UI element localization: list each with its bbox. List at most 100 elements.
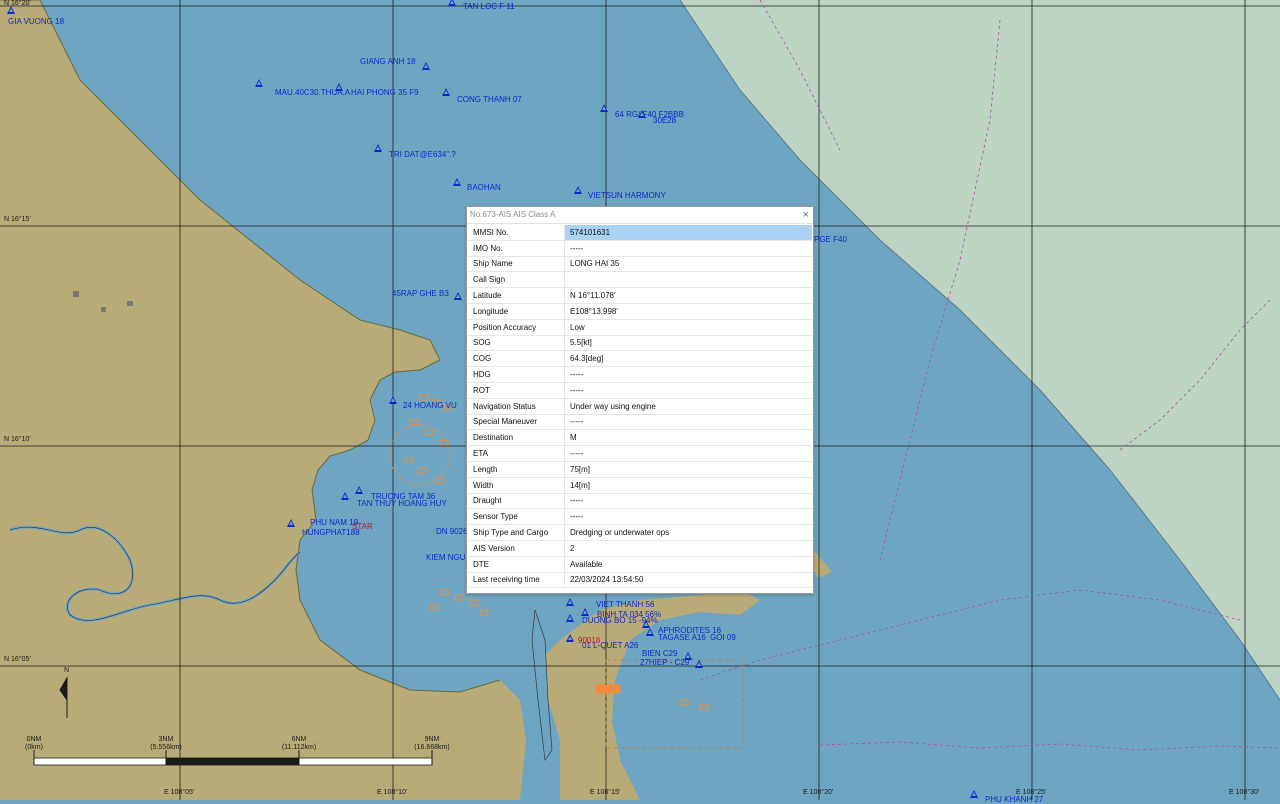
vessel-label[interactable]: HAI PHONG 35 F9 (351, 88, 419, 97)
ais-field-value[interactable]: ----- (564, 240, 812, 257)
ais-row[interactable]: Ship Name LONG HAI 35 (468, 256, 812, 273)
ais-row[interactable]: ROT ----- (468, 382, 812, 399)
ais-field-value[interactable] (564, 271, 812, 289)
ais-row[interactable]: Position Accuracy Low (468, 319, 812, 336)
ais-row[interactable]: AIS Version 2 (468, 540, 812, 557)
ais-field-value[interactable]: 5.5[kt] (564, 335, 812, 352)
ais-row[interactable]: Ship Type and Cargo Dredging or underwate… (468, 524, 812, 541)
ais-row[interactable]: MMSI No. 574101631 (468, 225, 812, 241)
vessel-icon[interactable] (422, 62, 430, 70)
ais-row[interactable]: Sensor Type ----- (468, 508, 812, 526)
ais-field-name: AIS Version (468, 540, 565, 557)
vessel-icon[interactable] (600, 104, 608, 112)
vessel-label[interactable]: 01 L-QUET A26 (582, 641, 638, 650)
ais-field-value[interactable]: Available (564, 556, 812, 573)
vessel-icon[interactable] (566, 598, 574, 606)
ais-row[interactable]: ETA ----- (468, 445, 812, 462)
vessel-label[interactable]: GOI 09 (710, 633, 736, 642)
ais-field-value[interactable]: ----- (564, 445, 812, 462)
ais-field-value[interactable]: ----- (564, 508, 812, 526)
ais-field-value[interactable]: Dredging or underwater ops (564, 524, 812, 541)
ais-row[interactable]: DTE Available (468, 556, 812, 573)
ais-row[interactable]: Last receiving time 22/03/2024 13:54:50 (468, 572, 812, 589)
vessel-label[interactable]: CONG THANH 07 (457, 95, 522, 104)
ais-row[interactable]: SOG 5.5[kt] (468, 335, 812, 352)
ais-row[interactable]: Latitude N 16°11.078' (468, 287, 812, 304)
vessel-icon[interactable] (566, 634, 574, 642)
scale-tick-label: 3NM (5.556km) (150, 736, 182, 751)
vessel-label[interactable]: GIANG ANH 18 (360, 57, 416, 66)
ais-field-value[interactable]: ----- (564, 493, 812, 510)
vessel-label[interactable]: VIET THANH 56 (596, 600, 654, 609)
alert-label[interactable]: STAR (352, 522, 373, 531)
ais-row[interactable]: Draught ----- (468, 493, 812, 510)
ais-field-value[interactable]: LONG HAI 35 (564, 256, 812, 273)
ais-field-value[interactable]: N 16°11.078' (564, 287, 812, 304)
vessel-label[interactable]: PGE F40 (814, 235, 847, 244)
ais-row[interactable]: Longitude E108°13.998' (468, 303, 812, 320)
vessel-label[interactable]: VIETSUN HARMONY (588, 191, 666, 200)
vessel-icon[interactable] (574, 186, 582, 194)
vessel-label[interactable]: 24 HOANG VU (403, 401, 457, 410)
ais-row[interactable]: HDG ----- (468, 366, 812, 383)
ais-row[interactable]: Destination M (468, 429, 812, 447)
ais-field-name: Destination (468, 429, 565, 447)
vessel-label[interactable]: GIA VUONG 18 (8, 17, 64, 26)
vessel-icon[interactable] (695, 660, 703, 668)
vessel-icon[interactable] (389, 396, 397, 404)
ais-field-value[interactable]: ----- (564, 366, 812, 383)
vessel-icon[interactable] (355, 486, 363, 494)
ais-field-value[interactable]: 22/03/2024 13:54:50 (564, 572, 812, 589)
vessel-label[interactable]: BAOHAN (467, 183, 501, 192)
ais-row[interactable]: Navigation Status Under way using engine (468, 398, 812, 415)
ais-row[interactable]: Special Maneuver ----- (468, 414, 812, 431)
vessel-label[interactable]: HUNGPHAT188 (302, 528, 360, 537)
ais-row[interactable]: IMO No. ----- (468, 240, 812, 257)
vessel-icon[interactable] (638, 110, 646, 118)
vessel-label[interactable]: TAGASE A16 (658, 633, 706, 642)
vessel-label[interactable]: TAN LOC F 11 (463, 2, 515, 11)
vessel-icon[interactable] (448, 0, 456, 6)
ais-row[interactable]: Call Sign (468, 271, 812, 289)
vessel-icon[interactable] (287, 519, 295, 527)
vessel-label[interactable]: TRI DAT@E634".? (389, 150, 456, 159)
vessel-icon[interactable] (453, 178, 461, 186)
vessel-label[interactable]: 27HIEP - C29 (640, 658, 689, 667)
vessel-label[interactable]: 30E28 (653, 116, 676, 125)
ais-row[interactable]: Length 75[m] (468, 461, 812, 478)
vessel-icon[interactable] (646, 628, 654, 636)
vessel-icon[interactable] (454, 292, 462, 300)
vessel-icon[interactable] (581, 608, 589, 616)
vessel-icon[interactable] (566, 614, 574, 622)
ais-field-value[interactable]: M (564, 429, 812, 447)
close-icon[interactable]: × (803, 208, 809, 222)
ais-field-value[interactable]: 75[m] (564, 461, 812, 478)
ais-field-value[interactable]: 64.3[deg] (564, 350, 812, 368)
vessel-icon[interactable] (335, 83, 343, 91)
vessel-label[interactable]: BIEN C29 (642, 649, 678, 658)
ais-row[interactable]: COG 64.3[deg] (468, 350, 812, 368)
vessel-icon[interactable] (970, 790, 978, 798)
vessel-icon[interactable] (442, 88, 450, 96)
vessel-label[interactable]: PHU NAM 19 (310, 518, 358, 527)
ais-field-value[interactable]: Low (564, 319, 812, 336)
ais-field-value[interactable]: 574101631 (564, 225, 812, 241)
vessel-label[interactable]: 45RAP GHE B3 (392, 289, 449, 298)
vessel-label[interactable]: KIEM NGU (426, 553, 466, 562)
vessel-label[interactable]: TAN THUY HOANG HUY (357, 499, 447, 508)
vessel-icon[interactable] (255, 79, 263, 87)
vessel-icon[interactable] (7, 6, 15, 14)
vessel-icon[interactable] (341, 492, 349, 500)
vessel-icon[interactable] (642, 620, 650, 628)
ais-field-value[interactable]: ----- (564, 414, 812, 431)
ais-field-value[interactable]: E108°13.998' (564, 303, 812, 320)
vessel-icon[interactable] (374, 144, 382, 152)
ais-info-dialog[interactable]: No.673-AIS AIS Class A × MMSI No. 5741016… (466, 206, 814, 594)
ais-field-value[interactable]: Under way using engine (564, 398, 812, 415)
ais-field-value[interactable]: 14[m] (564, 477, 812, 494)
dialog-titlebar[interactable]: No.673-AIS AIS Class A × (467, 207, 813, 224)
ais-field-value[interactable]: 2 (564, 540, 812, 557)
vessel-label[interactable]: DN 9026 (436, 527, 468, 536)
ais-field-value[interactable]: ----- (564, 382, 812, 399)
ais-row[interactable]: Width 14[m] (468, 477, 812, 494)
